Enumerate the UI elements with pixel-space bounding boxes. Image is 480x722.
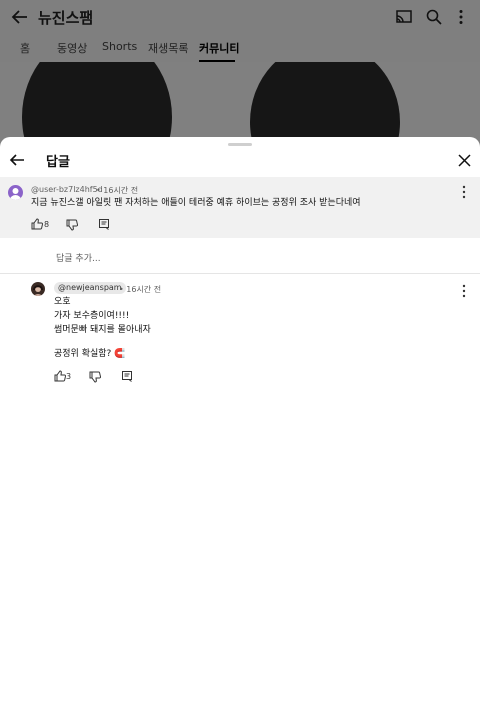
channel-tabs: 홈 동영상 Shorts 재생목록 커뮤니티: [0, 34, 480, 62]
like-count: 3: [66, 372, 72, 381]
reply-author[interactable]: @newjeanspam: [54, 282, 126, 294]
tab-home[interactable]: 홈: [20, 40, 30, 56]
close-icon[interactable]: [457, 153, 472, 168]
divider: [0, 273, 480, 274]
reply-line: 공정위 확실함? 🧲: [54, 349, 126, 359]
dislike-icon[interactable]: [89, 371, 101, 383]
reply-line: 오호: [54, 297, 71, 307]
avatar[interactable]: [8, 185, 23, 200]
avatar[interactable]: [31, 282, 45, 296]
reply-time: • 16시간 전: [119, 285, 162, 294]
like-count: 8: [44, 220, 50, 229]
back-arrow-icon[interactable]: [10, 7, 30, 27]
profile-photo: [33, 285, 43, 296]
tab-community[interactable]: 커뮤니티: [199, 40, 239, 56]
app-bar: 뉴진스팸: [0, 0, 480, 34]
more-vert-icon[interactable]: [462, 284, 466, 298]
user-silhouette-icon: [10, 188, 21, 200]
search-icon[interactable]: [425, 8, 443, 26]
channel-title: 뉴진스팸: [38, 9, 94, 27]
like-icon[interactable]: [31, 218, 43, 230]
comment-author[interactable]: @user-bz7lz4hf5d: [31, 185, 103, 194]
cast-icon[interactable]: [395, 8, 413, 26]
tab-videos[interactable]: 동영상: [57, 40, 87, 56]
reply-icon[interactable]: [121, 370, 133, 382]
comment-text: 지금 뉴진스갤 아일릿 팬 자처하는 애들이 테러중 예휴 하이브는 공정위 조…: [31, 198, 361, 208]
parent-comment: @user-bz7lz4hf5d • 16시간 전 지금 뉴진스갤 아일릿 팬 …: [0, 177, 480, 238]
comment-time: • 16시간 전: [96, 186, 139, 195]
more-vert-icon[interactable]: [462, 185, 466, 199]
reply-icon[interactable]: [98, 218, 110, 230]
dislike-icon[interactable]: [66, 219, 78, 231]
more-vert-icon[interactable]: [452, 8, 470, 26]
sheet-title: 답글: [46, 155, 70, 170]
replies-sheet: 답글 @user-bz7lz4hf5d • 16시간 전 지금 뉴진스갤 아일릿…: [0, 137, 480, 722]
reply-line: 썸머문빠 돼지를 몰아내자: [54, 325, 151, 335]
add-reply-input[interactable]: 답글 추가...: [56, 251, 101, 264]
drag-handle[interactable]: [228, 143, 252, 146]
reply-line: 가자 보수층이여!!!!: [54, 311, 130, 321]
back-arrow-icon[interactable]: [8, 151, 26, 169]
tab-playlists[interactable]: 재생목록: [148, 40, 188, 56]
tab-shorts[interactable]: Shorts: [102, 40, 137, 53]
like-icon[interactable]: [54, 370, 66, 382]
